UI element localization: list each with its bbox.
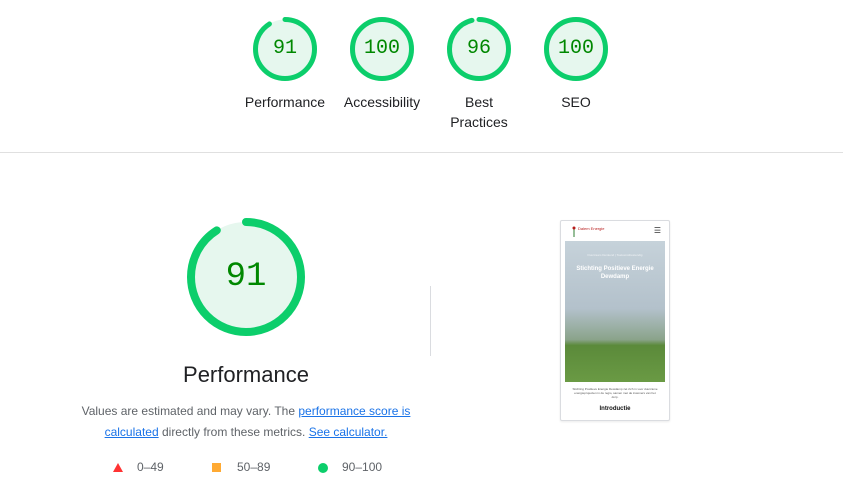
gauge-score: 91 [272, 37, 297, 60]
screenshot-intro-heading: Introductie [599, 406, 631, 412]
gauge-seo[interactable]: 100 SEO [528, 16, 624, 112]
performance-title: Performance [183, 362, 309, 387]
gauge-label: SEO [561, 94, 591, 110]
gauge-best-practices[interactable]: 96 Best Practices [431, 16, 527, 132]
screenshot-logo-text: Dalem Energie [578, 226, 605, 231]
gauge-label: Best Practices [450, 94, 508, 130]
screenshot-hero-kicker: Duurzaam Denkend | Toekomstbestendig [587, 253, 643, 257]
gauge-score: 100 [557, 37, 594, 60]
legend-fail: 0–49 [113, 458, 164, 476]
gauge-label: Accessibility [343, 94, 421, 110]
gauge-score: 96 [466, 37, 491, 60]
performance-gauge: 91 [185, 216, 307, 338]
screenshot-hero-title: Stichting Positieve Energie Dewdamp [576, 266, 654, 280]
final-screenshot[interactable]: Dalem Energie ☰ Duurzaam Denkend | Toeko… [560, 220, 670, 421]
legend-pass: 90–100 [318, 458, 382, 476]
gauge-accessibility[interactable]: 100 Accessibility [334, 16, 430, 112]
hamburger-menu-icon: ☰ [653, 226, 661, 235]
legend-average: 50–89 [212, 458, 270, 476]
screenshot-hero: Duurzaam Denkend | Toekomstbestendig Sti… [565, 241, 665, 382]
square-icon [212, 463, 221, 473]
vertical-divider [430, 286, 431, 356]
gauge-performance[interactable]: 91 Performance [237, 16, 333, 112]
see-calculator-link[interactable]: See calculator. [309, 425, 388, 439]
wind-turbine-icon [572, 226, 576, 237]
legend-average-label: 50–89 [237, 460, 271, 474]
circle-icon [318, 462, 328, 473]
score-legend: 0–49 50–89 90–100 [0, 458, 843, 476]
gauge-label: Performance [244, 94, 326, 110]
screenshot-header: Dalem Energie ☰ [561, 221, 669, 241]
performance-description: Values are estimated and may vary. The p… [76, 401, 416, 443]
gauge-score: 100 [363, 37, 400, 60]
description-text: directly from these metrics. [158, 425, 309, 439]
legend-pass-label: 90–100 [342, 460, 383, 474]
performance-score: 91 [225, 258, 267, 296]
legend-fail-label: 0–49 [137, 460, 164, 474]
screenshot-body-text: Stichting Positieve Energie Dewdamp zet … [572, 387, 658, 399]
category-summary: 91 Performance 100 Accessibility 96 Best… [0, 0, 843, 153]
triangle-icon [113, 463, 123, 473]
description-text: Values are estimated and may vary. The [81, 404, 299, 418]
